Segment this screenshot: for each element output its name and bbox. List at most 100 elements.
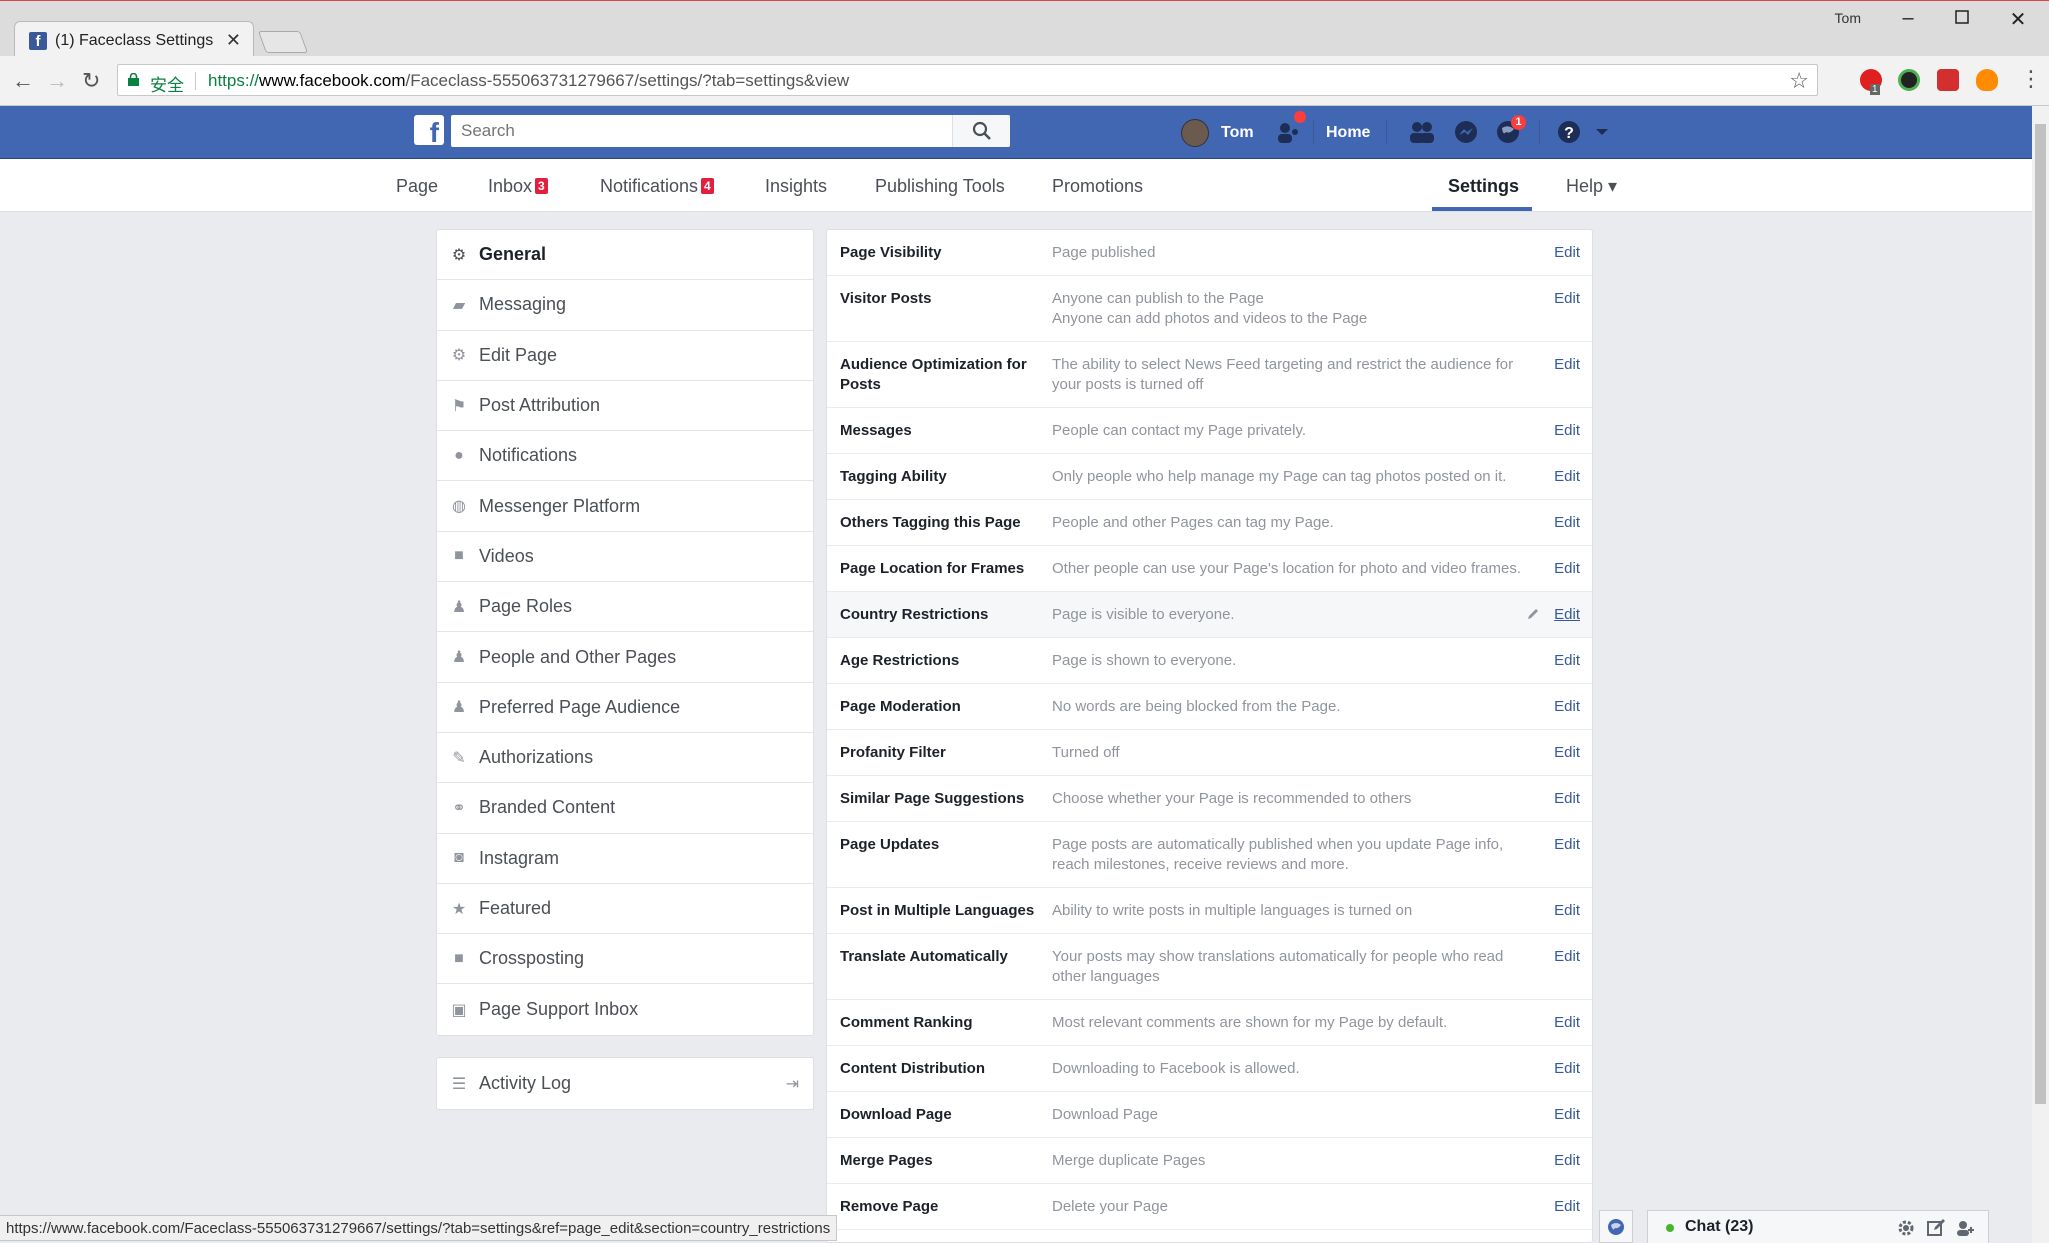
edit-link[interactable]: Edit [1554,243,1580,263]
extension-fire-icon[interactable] [1976,69,1998,91]
url-text[interactable]: https://www.facebook.com/Faceclass-55506… [208,71,849,91]
edit-link[interactable]: Edit [1554,1151,1580,1171]
setting-description: People and other Pages can tag my Page. [1052,514,1334,531]
tab-page[interactable]: Page [396,176,438,197]
settings-row-page-location-frames[interactable]: Page Location for Frames Other people can… [827,546,1592,592]
settings-row-post-multiple-languages[interactable]: Post in Multiple Languages Ability to wri… [827,888,1592,934]
chat-globe-button[interactable] [1599,1210,1633,1243]
back-icon[interactable]: ← [12,68,34,94]
browser-menu-icon[interactable]: ⋮ [2020,66,2042,92]
edit-link[interactable]: Edit [1554,467,1580,487]
edit-link[interactable]: Edit [1554,901,1580,921]
sidebar-item-preferred-page-audience[interactable]: ♟ Preferred Page Audience [437,683,813,733]
edit-link[interactable]: Edit [1554,513,1580,533]
minimize-icon[interactable]: – [1888,7,1928,30]
edit-link[interactable]: Edit [1554,835,1580,855]
friend-requests-icon[interactable] [1408,118,1436,146]
sidebar-item-authorizations[interactable]: ✎ Authorizations [437,733,813,784]
settings-row-download-page[interactable]: Download Page Download Page Edit [827,1092,1592,1138]
messenger-icon[interactable] [1452,118,1480,146]
tab-close-icon[interactable]: ✕ [226,30,241,51]
search-button[interactable] [952,115,1010,147]
sidebar-item-crossposting[interactable]: ■ Crossposting [437,934,813,985]
chat-settings-gear-icon[interactable] [1896,1218,1916,1238]
settings-row-page-moderation[interactable]: Page Moderation No words are being blocke… [827,684,1592,730]
settings-row-similar-page-suggestions[interactable]: Similar Page Suggestions Choose whether y… [827,776,1592,822]
sidebar-item-videos[interactable]: ■ Videos [437,532,813,583]
activity-log-link[interactable]: ☰ Activity Log ⇥ [436,1057,814,1110]
edit-link[interactable]: Edit [1554,789,1580,809]
settings-row-remove-page[interactable]: Remove Page Delete your Page Edit [827,1184,1592,1230]
tab-promotions[interactable]: Promotions [1052,176,1143,197]
sidebar-item-featured[interactable]: ★ Featured [437,884,813,935]
edit-link[interactable]: Edit [1554,697,1580,717]
sidebar-item-messaging[interactable]: ▰ Messaging [437,280,813,331]
tab-settings[interactable]: Settings [1448,176,1519,197]
chat-sidebar-bar[interactable]: Chat (23) [1647,1210,1989,1243]
edit-link[interactable]: Edit [1554,1197,1580,1217]
sidebar-item-page-support-inbox[interactable]: ▣ Page Support Inbox [437,984,813,1034]
maximize-icon[interactable] [1942,10,1982,24]
settings-row-page-visibility[interactable]: Page Visibility Page published Edit [827,230,1592,276]
sidebar-item-branded-content[interactable]: ⚭ Branded Content [437,783,813,834]
window-profile-name[interactable]: Tom [1835,10,1861,26]
sidebar-item-messenger-platform[interactable]: ◍ Messenger Platform [437,481,813,532]
settings-row-merge-pages[interactable]: Merge Pages Merge duplicate Pages Edit [827,1138,1592,1184]
edit-link[interactable]: Edit [1554,605,1580,625]
settings-row-age-restrictions[interactable]: Age Restrictions Page is shown to everyon… [827,638,1592,684]
extension-video-icon[interactable] [1937,69,1959,91]
facebook-logo-icon[interactable]: f [414,115,444,145]
tab-help[interactable]: Help ▾ [1566,176,1617,197]
edit-link[interactable]: Edit [1554,947,1580,967]
sidebar-item-general[interactable]: ⚙ General [437,230,813,281]
create-group-icon[interactable] [1956,1218,1976,1238]
settings-row-audience-optimization[interactable]: Audience Optimization for Posts The abili… [827,342,1592,408]
help-icon[interactable]: ? [1555,118,1583,146]
tab-notifications[interactable]: Notifications 4 [600,176,714,197]
edit-link[interactable]: Edit [1554,289,1580,309]
browser-tab[interactable]: f (1) Faceclass Settings ✕ [14,21,254,57]
settings-row-country-restrictions[interactable]: Country Restrictions Page is visible to e… [827,592,1592,638]
edit-link[interactable]: Edit [1554,651,1580,671]
compose-icon[interactable] [1926,1218,1946,1238]
edit-link[interactable]: Edit [1554,421,1580,441]
search-input[interactable] [451,115,951,147]
address-bar[interactable]: 安全 https://www.facebook.com/Faceclass-55… [117,64,1818,96]
edit-link[interactable]: Edit [1554,1059,1580,1079]
settings-row-profanity-filter[interactable]: Profanity Filter Turned off Edit [827,730,1592,776]
forward-icon[interactable]: → [46,68,68,94]
window-close-icon[interactable]: ✕ [1998,7,2038,32]
extension-camera-icon[interactable] [1898,69,1920,91]
account-menu-chevron-down-icon[interactable] [1594,118,1610,146]
sidebar-item-post-attribution[interactable]: ⚑ Post Attribution [437,381,813,432]
edit-link[interactable]: Edit [1554,743,1580,763]
settings-row-translate-automatically[interactable]: Translate Automatically Your posts may sh… [827,934,1592,1000]
edit-link[interactable]: Edit [1554,559,1580,579]
sidebar-item-people-and-other-pages[interactable]: ♟ People and Other Pages [437,632,813,683]
settings-row-content-distribution[interactable]: Content Distribution Downloading to Faceb… [827,1046,1592,1092]
profile-link[interactable]: Tom [1181,106,1254,159]
scrollbar-thumb[interactable] [2035,124,2046,1104]
settings-row-visitor-posts[interactable]: Visitor Posts Anyone can publish to the P… [827,276,1592,342]
bookmark-star-icon[interactable]: ☆ [1789,68,1809,94]
settings-row-messages[interactable]: Messages People can contact my Page priva… [827,408,1592,454]
edit-link[interactable]: Edit [1554,355,1580,375]
settings-row-comment-ranking[interactable]: Comment Ranking Most relevant comments ar… [827,1000,1592,1046]
page-scrollbar[interactable] [2032,106,2049,1243]
sidebar-item-edit-page[interactable]: ⚙ Edit Page [437,331,813,381]
sidebar-item-notifications[interactable]: ● Notifications [437,431,813,482]
reload-icon[interactable]: ↻ [82,68,100,94]
setting-description: No words are being blocked from the Page… [1052,698,1341,715]
home-link[interactable]: Home [1326,106,1370,159]
sidebar-item-instagram[interactable]: ◙ Instagram [437,834,813,884]
new-tab-button[interactable] [257,31,309,53]
settings-row-page-updates[interactable]: Page Updates Page posts are automatically… [827,822,1592,888]
tab-insights[interactable]: Insights [765,176,827,197]
settings-row-others-tagging[interactable]: Others Tagging this Page People and other… [827,500,1592,546]
tab-publishing-tools[interactable]: Publishing Tools [875,176,1005,197]
edit-link[interactable]: Edit [1554,1105,1580,1125]
tab-inbox[interactable]: Inbox 3 [488,176,548,197]
settings-row-tagging-ability[interactable]: Tagging Ability Only people who help mana… [827,454,1592,500]
edit-link[interactable]: Edit [1554,1013,1580,1033]
sidebar-item-page-roles[interactable]: ♟ Page Roles [437,582,813,633]
